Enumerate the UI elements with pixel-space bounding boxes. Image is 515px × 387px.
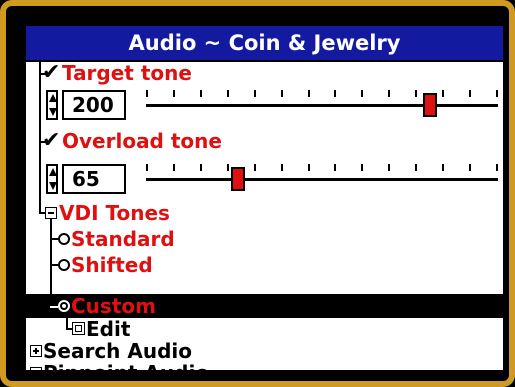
slider-tick xyxy=(496,164,498,171)
slider-tick xyxy=(361,90,363,97)
spin-up-icon[interactable] xyxy=(49,94,57,102)
slider-tick xyxy=(308,90,310,97)
edit-icon[interactable] xyxy=(72,322,85,335)
slider-tick xyxy=(281,164,283,171)
slider-tick xyxy=(308,164,310,171)
slider-tick xyxy=(254,164,256,171)
slider-tick xyxy=(361,164,363,171)
slider-tick xyxy=(334,90,336,97)
tree-line xyxy=(50,306,58,308)
slider-tick xyxy=(415,164,417,171)
screen: Audio ~ Coin & Jewelry ✔ Target tone 200… xyxy=(24,24,505,372)
slider-tick xyxy=(200,164,202,171)
expand-icon[interactable] xyxy=(30,367,42,370)
slider-thumb[interactable] xyxy=(231,167,245,191)
overload-tone-slider[interactable] xyxy=(146,162,498,192)
slider-tick xyxy=(146,164,148,171)
slider-thumb[interactable] xyxy=(423,93,437,117)
slider-tick xyxy=(415,90,417,97)
overload-tone-label[interactable]: Overload tone xyxy=(62,129,222,153)
slider-tick xyxy=(388,164,390,171)
pinpoint-audio-label[interactable]: Pinpoint Audio xyxy=(43,361,209,370)
vdi-option-shifted[interactable]: Shifted xyxy=(71,253,153,277)
slider-tick xyxy=(334,164,336,171)
expand-icon[interactable] xyxy=(30,345,42,357)
slider-tick xyxy=(254,90,256,97)
slider-tick xyxy=(227,164,229,171)
slider-tick xyxy=(442,164,444,171)
slider-tick xyxy=(173,164,175,171)
slider-tick xyxy=(227,90,229,97)
tree-line xyxy=(50,264,58,266)
slider-track xyxy=(146,104,498,107)
slider-tick xyxy=(388,90,390,97)
slider-tick xyxy=(442,90,444,97)
slider-tick xyxy=(281,90,283,97)
target-tone-spinner[interactable] xyxy=(46,90,58,120)
target-tone-value[interactable]: 200 xyxy=(62,90,126,120)
tree-line xyxy=(50,238,58,240)
target-tone-check-icon[interactable]: ✔ xyxy=(42,61,60,85)
shifted-radio-icon[interactable] xyxy=(58,259,70,271)
collapse-icon[interactable] xyxy=(45,207,57,219)
spin-down-icon[interactable] xyxy=(49,108,57,116)
overload-tone-check-icon[interactable]: ✔ xyxy=(42,129,60,153)
target-tone-slider[interactable] xyxy=(146,88,498,118)
edit-label[interactable]: Edit xyxy=(86,317,130,341)
spin-up-icon[interactable] xyxy=(49,168,57,176)
custom-radio-icon[interactable] xyxy=(58,300,70,312)
vdi-option-standard[interactable]: Standard xyxy=(71,227,175,251)
window-title: Audio ~ Coin & Jewelry xyxy=(26,26,503,62)
tree-line xyxy=(39,62,41,212)
slider-tick xyxy=(173,90,175,97)
slider-tick xyxy=(146,90,148,97)
slider-tick xyxy=(200,90,202,97)
spin-down-icon[interactable] xyxy=(49,182,57,190)
slider-tick xyxy=(496,90,498,97)
standard-radio-icon[interactable] xyxy=(58,233,70,245)
vdi-option-custom[interactable]: Custom xyxy=(71,294,156,318)
vdi-tones-label[interactable]: VDI Tones xyxy=(59,201,170,225)
slider-track xyxy=(146,178,498,181)
overload-tone-value[interactable]: 65 xyxy=(62,164,126,194)
overload-tone-spinner[interactable] xyxy=(46,164,58,194)
target-tone-label[interactable]: Target tone xyxy=(62,61,192,85)
slider-tick xyxy=(469,164,471,171)
slider-tick xyxy=(469,90,471,97)
search-audio-label[interactable]: Search Audio xyxy=(43,339,192,363)
